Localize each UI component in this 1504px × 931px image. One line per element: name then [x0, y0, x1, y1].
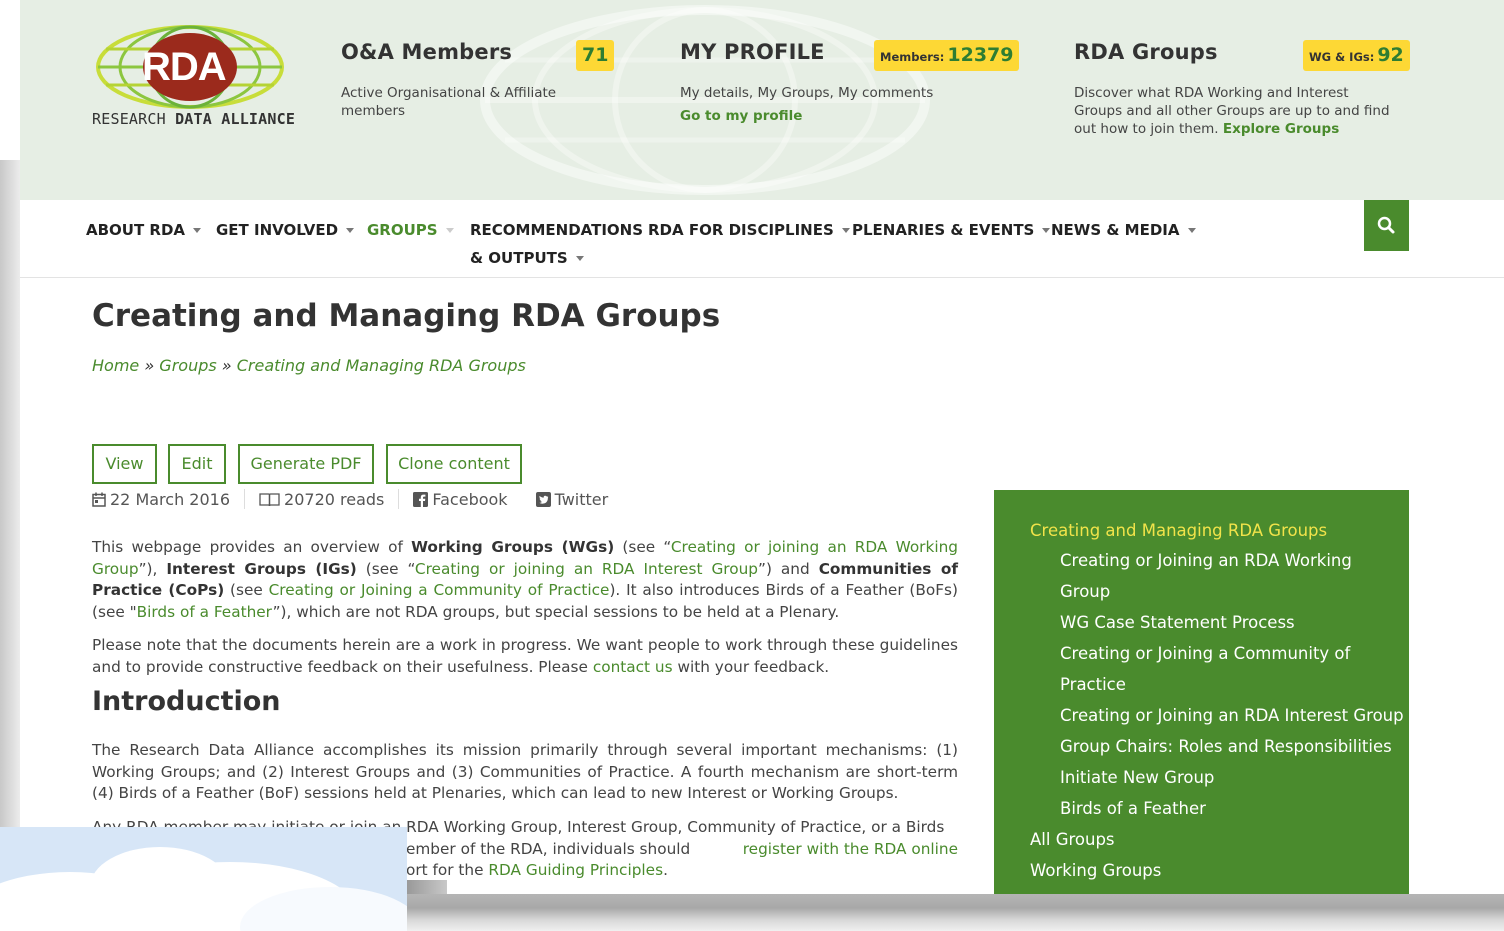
- sidebar-item-joining-ig[interactable]: Creating or Joining an RDA Interest Grou…: [1060, 704, 1404, 728]
- explore-groups-link[interactable]: Explore Groups: [1223, 121, 1339, 137]
- chevron-down-icon: [1042, 228, 1051, 233]
- view-button[interactable]: View: [92, 444, 157, 484]
- breadcrumb: Home » Groups » Creating and Managing RD…: [92, 356, 526, 375]
- nav-about-rda[interactable]: ABOUT RDA: [86, 216, 202, 244]
- clone-content-button[interactable]: Clone content: [386, 444, 522, 484]
- sidebar-item-birds-feather[interactable]: Birds of a Feather: [1060, 797, 1206, 821]
- nav-plenaries-events[interactable]: PLENARIES & EVENTS: [852, 216, 1051, 244]
- nav-rda-for-disciplines[interactable]: RDA FOR DISCIPLINES: [648, 216, 850, 244]
- go-to-profile-link[interactable]: Go to my profile: [680, 108, 802, 124]
- sidebar-item-joining-cop[interactable]: Creating or Joining a Community of: [1060, 642, 1350, 666]
- groups-sidebar: Creating and Managing RDA Groups Creatin…: [994, 490, 1409, 894]
- search-icon: [1377, 216, 1395, 234]
- register-link[interactable]: register with the RDA online: [743, 839, 958, 861]
- wg-igs-badge: WG & IGs: 92: [1303, 40, 1410, 71]
- chevron-down-icon: [1187, 228, 1196, 233]
- read-count: 20720 reads: [259, 490, 384, 509]
- link-birds-feather[interactable]: Birds of a Feather: [137, 603, 273, 621]
- logo-mark: RDA: [142, 45, 227, 89]
- nav-groups[interactable]: GROUPS: [367, 216, 454, 244]
- sidebar-item-all-groups[interactable]: All Groups: [1030, 828, 1115, 852]
- post-date: 22 March 2016: [92, 490, 230, 509]
- main-nav: ABOUT RDA GET INVOLVED GROUPS RECOMMENDA…: [20, 200, 1504, 278]
- sidebar-item-joining-cop-cont[interactable]: Practice: [1060, 673, 1126, 697]
- link-community-practice[interactable]: Creating or Joining a Community of Pract…: [269, 581, 610, 599]
- members-block: O&A Members Active Organisational & Affi…: [341, 40, 581, 120]
- edit-button[interactable]: Edit: [168, 444, 226, 484]
- guiding-principles-link[interactable]: RDA Guiding Principles: [488, 861, 663, 879]
- nav-recommendations[interactable]: RECOMMENDATIONS & OUTPUTS: [470, 216, 643, 272]
- nav-news-media[interactable]: NEWS & MEDIA: [1051, 216, 1196, 244]
- logo-name: RESEARCH DATA ALLIANCE: [92, 110, 296, 128]
- breadcrumb-home[interactable]: Home: [92, 356, 139, 375]
- facebook-share[interactable]: Facebook: [413, 490, 508, 509]
- introduction-heading: Introduction: [92, 686, 281, 717]
- members-title[interactable]: O&A Members: [341, 40, 581, 64]
- article-meta: 22 March 2016 20720 reads Facebook Twitt…: [92, 488, 608, 510]
- members-count-badge: 71: [576, 40, 615, 71]
- sidebar-item-initiate-group[interactable]: Initiate New Group: [1060, 766, 1214, 790]
- nav-get-involved[interactable]: GET INVOLVED: [216, 216, 355, 244]
- intro-paragraph: This webpage provides an overview of Wor…: [92, 538, 958, 621]
- calendar-icon: [92, 492, 106, 507]
- chevron-down-icon: [346, 228, 355, 233]
- breadcrumb-groups[interactable]: Groups: [159, 356, 216, 375]
- site-header: RDA RESEARCH DATA ALLIANCE O&A Members A…: [20, 0, 1504, 200]
- twitter-share[interactable]: Twitter: [535, 490, 608, 509]
- generate-pdf-button[interactable]: Generate PDF: [238, 444, 374, 484]
- chevron-down-icon: [841, 228, 850, 233]
- desktop-background: [0, 827, 407, 931]
- window-edge: [0, 160, 20, 840]
- note-paragraph: Please note that the documents herein ar…: [92, 636, 958, 676]
- breadcrumb-current[interactable]: Creating and Managing RDA Groups: [237, 356, 526, 375]
- chevron-down-icon: [193, 228, 202, 233]
- link-interest-group[interactable]: Creating or joining an RDA Interest Grou…: [415, 560, 758, 578]
- window-shadow-bottom: [407, 894, 1504, 931]
- groups-desc: Discover what RDA Working and Interest G…: [1074, 85, 1390, 137]
- contact-us-link[interactable]: contact us: [593, 658, 673, 676]
- members-total-badge: Members: 12379: [874, 40, 1020, 71]
- chevron-down-icon: [575, 256, 584, 261]
- chevron-down-icon: [445, 228, 454, 233]
- sidebar-item-group-chairs[interactable]: Group Chairs: Roles and Responsibilities: [1060, 735, 1392, 759]
- facebook-icon: [413, 491, 429, 507]
- sidebar-item-wg-case-statement[interactable]: WG Case Statement Process: [1060, 611, 1295, 635]
- twitter-icon: [535, 491, 551, 507]
- profile-desc: My details, My Groups, My comments: [680, 85, 934, 101]
- sidebar-item-working-groups[interactable]: Working Groups: [1030, 859, 1161, 883]
- sidebar-item-joining-wg[interactable]: Creating or Joining an RDA Working: [1060, 549, 1352, 573]
- book-icon: [259, 492, 280, 506]
- mechanisms-paragraph: The Research Data Alliance accomplishes …: [92, 741, 958, 802]
- sidebar-item-creating-managing[interactable]: Creating and Managing RDA Groups: [1030, 519, 1327, 543]
- members-desc: Active Organisational & Affiliate member…: [341, 85, 557, 119]
- page-title: Creating and Managing RDA Groups: [92, 298, 721, 334]
- sidebar-item-joining-wg-cont[interactable]: Group: [1060, 580, 1110, 604]
- search-button[interactable]: [1364, 200, 1409, 251]
